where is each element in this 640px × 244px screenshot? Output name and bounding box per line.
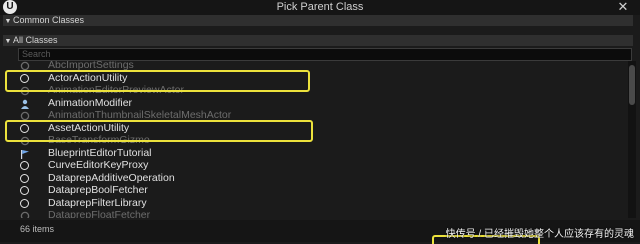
person-icon	[20, 99, 29, 109]
generic-class-icon	[20, 61, 30, 71]
class-list-item[interactable]: DataprepFilterLibrary	[5, 197, 625, 210]
class-list-item[interactable]: AssetActionUtility	[5, 122, 625, 135]
class-list-item[interactable]: BlueprintEditorTutorial	[5, 147, 625, 160]
window-title: Pick Parent Class	[276, 1, 364, 13]
class-list-item[interactable]: DataprepBoolFetcher	[5, 184, 625, 197]
flag-icon	[20, 149, 29, 159]
generic-class-icon	[20, 211, 30, 218]
close-button[interactable]: ✕	[615, 0, 631, 13]
expand-arrow-icon: ▼	[4, 38, 12, 45]
class-list-item[interactable]: ActorActionUtility	[5, 72, 625, 85]
class-list-item[interactable]: AnimationModifier	[5, 97, 625, 110]
class-ring-icon	[20, 123, 29, 133]
class-list-item-label: BaseTransformGizmo	[48, 134, 150, 146]
class-ring-icon	[20, 73, 29, 83]
common-classes-label: Common Classes	[13, 15, 85, 25]
class-ring-icon	[20, 198, 29, 208]
collapse-arrow-icon: ▼	[4, 18, 12, 25]
class-list-item-label: CurveEditorKeyProxy	[48, 159, 149, 171]
footer-bar: 66 items 快传号 / 已经摧毁她整个人应该存有的灵魂	[0, 220, 640, 244]
all-classes-header[interactable]: ▼ All Classes	[3, 35, 633, 46]
title-bar: U Pick Parent Class ✕	[0, 0, 640, 15]
search-input[interactable]: Search	[18, 48, 632, 61]
class-list-item[interactable]: AnimationEditorPreviewActor	[5, 84, 625, 97]
class-list-item-label: AnimationEditorPreviewActor	[48, 84, 184, 96]
class-ring-icon	[20, 173, 29, 183]
class-list-item-label: DataprepBoolFetcher	[48, 184, 148, 196]
generic-class-icon	[20, 86, 30, 96]
class-list-item-label: BlueprintEditorTutorial	[48, 146, 152, 159]
scrollbar[interactable]	[628, 61, 636, 218]
class-list-item[interactable]: CurveEditorKeyProxy	[5, 159, 625, 172]
class-list-item[interactable]: DataprepAdditiveOperation	[5, 172, 625, 185]
class-ring-icon	[20, 161, 29, 170]
class-list-item-label: AnimationModifier	[48, 96, 133, 109]
class-list-item[interactable]: BaseTransformGizmo	[5, 134, 625, 147]
class-ring-icon	[20, 186, 29, 195]
class-list-item[interactable]: AbcImportSettings	[5, 61, 625, 72]
class-list-item-label: DataprepFilterLibrary	[48, 196, 147, 209]
class-list-item-label: DataprepAdditiveOperation	[48, 171, 175, 184]
class-list-item[interactable]: AnimationThumbnailSkeletalMeshActor	[5, 109, 625, 122]
common-classes-header[interactable]: ▼ Common Classes	[3, 15, 633, 26]
all-classes-label: All Classes	[13, 35, 58, 45]
class-list-item-label: AnimationThumbnailSkeletalMeshActor	[48, 109, 232, 121]
generic-class-icon	[20, 136, 30, 146]
item-count: 66 items	[20, 224, 55, 234]
class-list-item-label: DataprepFloatFetcher	[48, 209, 151, 218]
class-list: AbcImportSettings ActorActionUtility Anima…	[5, 61, 625, 218]
class-list-item-label: ActorActionUtility	[48, 71, 128, 84]
watermark-text: 快传号 / 已经摧毁她整个人应该存有的灵魂	[445, 229, 634, 240]
class-list-item-label: AssetActionUtility	[48, 121, 130, 134]
scrollbar-thumb[interactable]	[629, 65, 635, 105]
class-list-item-label: AbcImportSettings	[48, 61, 134, 71]
generic-class-icon	[20, 111, 30, 121]
class-list-item[interactable]: DataprepFloatFetcher	[5, 209, 625, 218]
